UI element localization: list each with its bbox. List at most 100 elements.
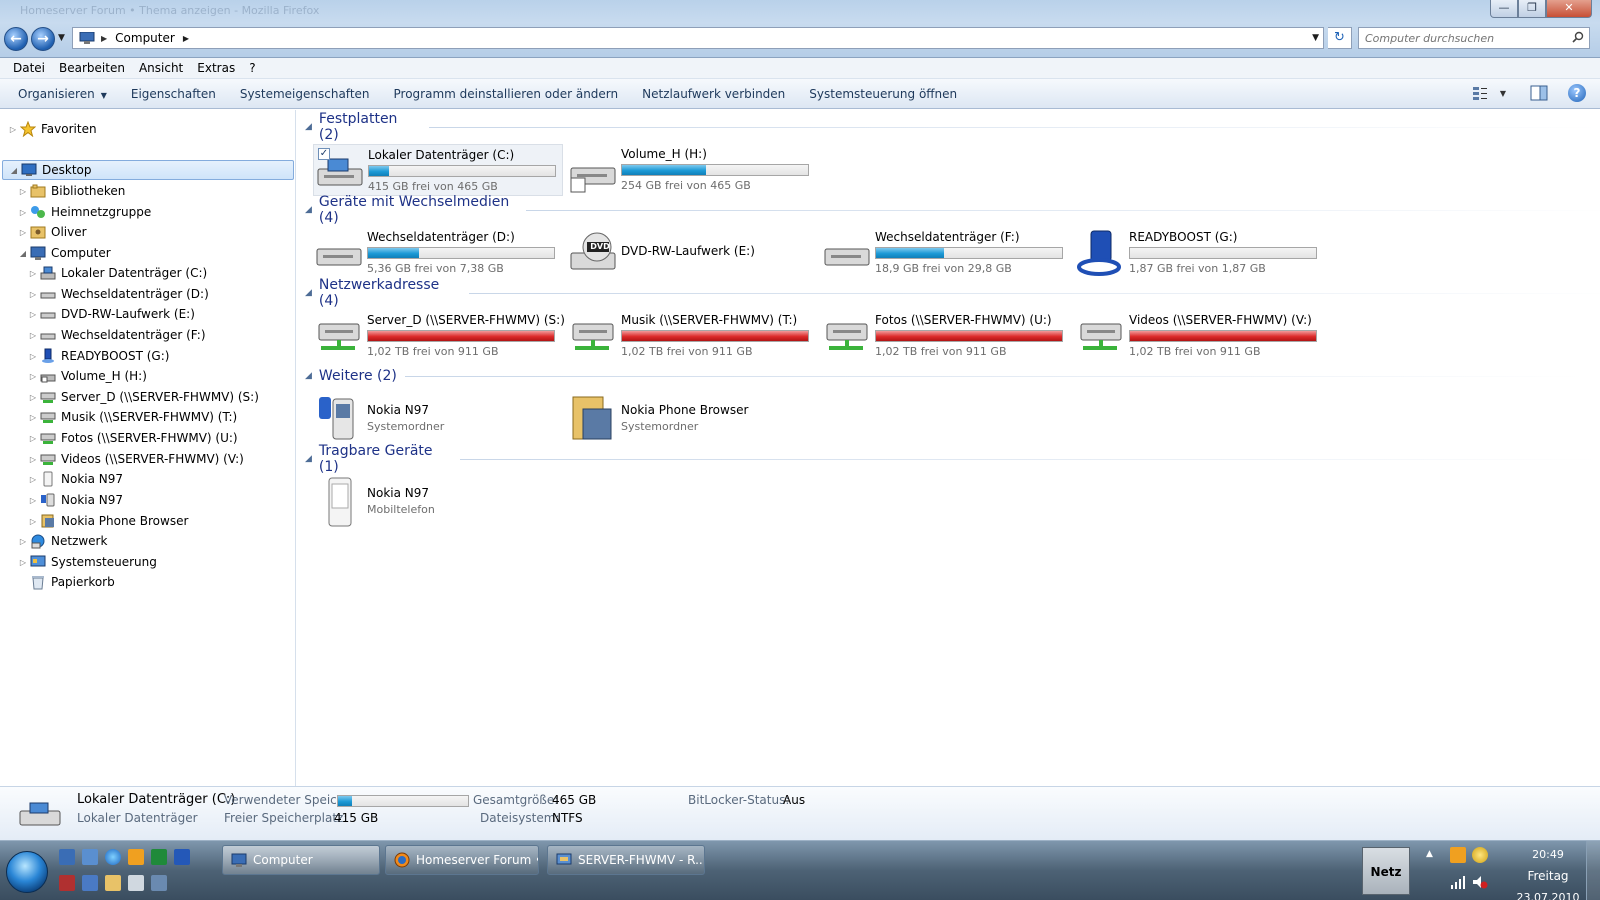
search-input[interactable] — [1359, 28, 1559, 48]
expand-icon[interactable]: ▷ — [28, 290, 38, 299]
tree-item-drive-h[interactable]: ▷ Volume_H (H:) — [28, 366, 147, 386]
taskbar-button-remote[interactable]: SERVER-FHWMV - R... — [547, 845, 705, 875]
show-hidden-icons-icon[interactable]: ▲ — [1426, 849, 1433, 859]
expand-icon[interactable]: ▷ — [18, 558, 28, 567]
tree-item-drive-u[interactable]: ▷ Fotos (\\SERVER-FHWMV) (U:) — [28, 428, 238, 448]
notification-tray-icon[interactable] — [1472, 847, 1488, 863]
history-dropdown-icon[interactable]: ▼ — [58, 33, 65, 43]
start-button[interactable] — [6, 851, 48, 893]
internet-explorer-icon[interactable] — [105, 849, 121, 865]
organize-button[interactable]: Organisieren ▼ — [6, 87, 119, 101]
quicklaunch-app-icon[interactable] — [151, 875, 167, 891]
menu-view[interactable]: Ansicht — [132, 61, 190, 75]
properties-button[interactable]: Eigenschaften — [119, 87, 228, 101]
device-tile-nokia-browser[interactable]: Nokia Phone Browser Systemordner — [567, 393, 817, 445]
tree-item-drive-d[interactable]: ▷ Wechseldatenträger (D:) — [28, 284, 209, 304]
view-dropdown-icon[interactable]: ▼ — [1500, 89, 1506, 98]
expand-icon[interactable]: ▷ — [8, 125, 18, 134]
expand-icon[interactable]: ▷ — [18, 208, 28, 217]
back-button[interactable]: ← — [4, 27, 28, 51]
group-header-other[interactable]: ◢ Weitere (2) — [305, 366, 1585, 386]
expand-icon[interactable]: ▷ — [18, 228, 28, 237]
group-header-portable[interactable]: ◢ Tragbare Geräte (1) — [305, 443, 1600, 475]
group-header-hdd[interactable]: ◢ Festplatten (2) — [305, 111, 1600, 143]
minimize-button[interactable]: — — [1490, 0, 1518, 18]
expand-icon[interactable]: ▷ — [28, 393, 38, 402]
window-switcher-icon[interactable] — [82, 849, 98, 865]
expand-icon[interactable]: ▷ — [28, 475, 38, 484]
map-network-drive-button[interactable]: Netzlaufwerk verbinden — [630, 87, 797, 101]
address-bar[interactable]: ▶ Computer ▶ ▼ — [72, 27, 1324, 49]
device-tile-nokia-phone[interactable]: Nokia N97 Mobiltelefon — [313, 476, 563, 528]
volume-muted-icon[interactable] — [1472, 875, 1488, 889]
group-header-removable[interactable]: ◢ Geräte mit Wechselmedien (4) — [305, 194, 1600, 226]
selection-checkbox[interactable]: ✓ — [318, 148, 330, 160]
preview-pane-icon[interactable] — [1530, 84, 1548, 102]
tree-item-drive-g[interactable]: ▷ READYBOOST (G:) — [28, 346, 169, 366]
tree-item-nokia-1[interactable]: ▷ Nokia N97 — [28, 469, 123, 489]
expand-icon[interactable]: ▷ — [28, 496, 38, 505]
tree-item-nokia-2[interactable]: ▷ Nokia N97 — [28, 490, 123, 510]
collapse-group-icon[interactable]: ◢ — [305, 454, 312, 464]
drive-tile-t[interactable]: Musik (\\SERVER-FHWMV) (T:) 1,02 TB frei… — [567, 310, 817, 362]
menu-edit[interactable]: Bearbeiten — [52, 61, 132, 75]
menu-help[interactable]: ? — [242, 61, 262, 75]
view-options-icon[interactable] — [1472, 84, 1490, 102]
drive-tile-u[interactable]: Fotos (\\SERVER-FHWMV) (U:) 1,02 TB frei… — [821, 310, 1071, 362]
expand-icon[interactable]: ▷ — [18, 537, 28, 546]
tree-item-recycle-bin[interactable]: Papierkorb — [18, 572, 115, 592]
outlook-icon[interactable] — [128, 849, 144, 865]
tree-item-drive-v[interactable]: ▷ Videos (\\SERVER-FHWMV) (V:) — [28, 449, 244, 469]
tree-item-favorites[interactable]: ▷ Favoriten — [8, 119, 97, 139]
tree-item-network[interactable]: ▷ Netzwerk — [18, 531, 107, 551]
excel-icon[interactable] — [151, 849, 167, 865]
collapse-group-icon[interactable]: ◢ — [305, 205, 312, 215]
taskbar-button-computer[interactable]: Computer — [222, 845, 380, 875]
close-button[interactable]: ✕ — [1546, 0, 1592, 18]
drive-tile-v[interactable]: Videos (\\SERVER-FHWMV) (V:) 1,02 TB fre… — [1075, 310, 1325, 362]
system-properties-button[interactable]: Systemeigenschaften — [228, 87, 382, 101]
drive-tile-s[interactable]: Server_D (\\SERVER-FHWMV) (S:) 1,02 TB f… — [313, 310, 565, 362]
drive-tile-e[interactable]: DVD DVD-RW-Laufwerk (E:) — [567, 227, 817, 279]
tree-item-control-panel[interactable]: ▷ Systemsteuerung — [18, 552, 157, 572]
maximize-button[interactable]: ❐ — [1518, 0, 1546, 18]
tree-item-nokia-browser[interactable]: ▷ Nokia Phone Browser — [28, 511, 188, 531]
tree-item-drive-t[interactable]: ▷ Musik (\\SERVER-FHWMV) (T:) — [28, 407, 237, 427]
expand-icon[interactable]: ▷ — [28, 455, 38, 464]
expand-icon[interactable]: ▷ — [28, 269, 38, 278]
drive-tile-d[interactable]: Wechseldatenträger (D:) 5,36 GB frei von… — [313, 227, 563, 279]
menu-file[interactable]: Datei — [6, 61, 52, 75]
drive-tile-c[interactable]: ✓ Lokaler Datenträger (C:) 415 GB frei v… — [313, 144, 563, 196]
search-icon[interactable] — [1572, 31, 1584, 43]
device-tile-nokia-bluetooth[interactable]: Nokia N97 Systemordner — [313, 393, 563, 445]
expand-icon[interactable]: ▷ — [28, 331, 38, 340]
help-icon[interactable]: ? — [1568, 84, 1586, 102]
quicklaunch-app-icon[interactable] — [128, 875, 144, 891]
outlook-tray-icon[interactable] — [1450, 847, 1466, 863]
collapse-group-icon[interactable]: ◢ — [305, 288, 312, 298]
tree-item-computer[interactable]: ◢ Computer — [18, 243, 111, 263]
drive-tile-f[interactable]: Wechseldatenträger (F:) 18,9 GB frei von… — [821, 227, 1071, 279]
group-header-network[interactable]: ◢ Netzwerkadresse (4) — [305, 277, 1600, 309]
tree-item-desktop[interactable]: ◢ Desktop — [2, 160, 294, 180]
collapse-group-icon[interactable]: ◢ — [305, 371, 312, 381]
expand-icon[interactable]: ▷ — [18, 187, 28, 196]
tree-item-homegroup[interactable]: ▷ Heimnetzgruppe — [18, 202, 151, 222]
breadcrumb-separator-icon[interactable]: ▶ — [183, 34, 189, 43]
drive-tile-h[interactable]: Volume_H (H:) 254 GB frei von 465 GB — [567, 144, 817, 196]
tree-item-libraries[interactable]: ▷ Bibliotheken — [18, 181, 125, 201]
network-signal-icon[interactable] — [1450, 875, 1466, 889]
expand-icon[interactable]: ▷ — [28, 434, 38, 443]
menu-tools[interactable]: Extras — [190, 61, 242, 75]
expand-icon[interactable]: ▷ — [28, 372, 38, 381]
search-box[interactable] — [1358, 27, 1590, 49]
show-desktop-icon[interactable] — [59, 849, 75, 865]
expand-icon[interactable]: ▷ — [28, 517, 38, 526]
show-desktop-button[interactable] — [1586, 841, 1600, 900]
clock[interactable]: 20:49 Freitag 23.07.2010 — [1502, 845, 1594, 900]
collapse-icon[interactable]: ◢ — [9, 166, 19, 175]
tree-item-drive-s[interactable]: ▷ Server_D (\\SERVER-FHWMV) (S:) — [28, 387, 259, 407]
language-bar[interactable]: Netz — [1362, 847, 1410, 895]
drive-tile-g[interactable]: READYBOOST (G:) 1,87 GB frei von 1,87 GB — [1075, 227, 1325, 279]
quicklaunch-app-icon[interactable] — [82, 875, 98, 891]
